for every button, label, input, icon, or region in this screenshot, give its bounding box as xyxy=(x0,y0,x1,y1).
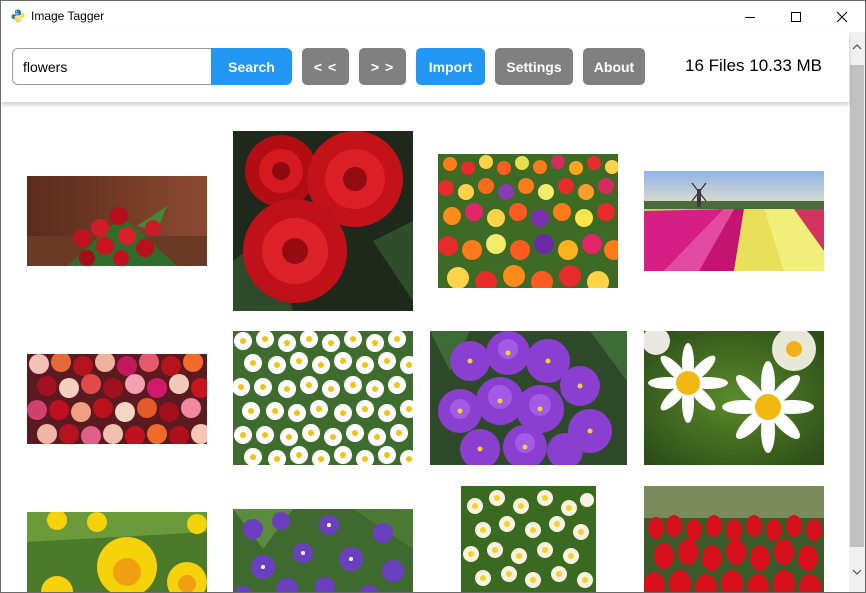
close-button[interactable] xyxy=(819,1,865,32)
image-thumbnail-red-roses-bouquet[interactable] xyxy=(27,176,207,266)
vertical-scrollbar[interactable] xyxy=(849,32,865,592)
maximize-icon xyxy=(791,11,801,22)
title-bar: Image Tagger xyxy=(1,1,865,32)
scroll-up-button[interactable] xyxy=(849,40,865,54)
image-thumbnail-purple-wild-violets[interactable] xyxy=(233,509,413,592)
image-thumbnail-tulip-fields-windmill[interactable] xyxy=(644,171,824,271)
image-thumbnail-tulip-field-mixed[interactable] xyxy=(438,154,618,288)
file-count-size: 16 Files 10.33 MB xyxy=(685,56,823,75)
chevron-down-icon xyxy=(852,569,862,575)
about-button[interactable]: About xyxy=(583,48,645,85)
search-input[interactable] xyxy=(12,48,212,85)
window-title: Image Tagger xyxy=(31,9,105,23)
scroll-thumb[interactable] xyxy=(850,65,864,547)
minimize-icon xyxy=(745,16,755,18)
image-thumbnail-white-daisies[interactable] xyxy=(233,331,413,465)
image-thumbnail-mixed-roses[interactable] xyxy=(27,354,207,444)
scroll-down-button[interactable] xyxy=(849,565,865,579)
previous-page-button[interactable]: < < xyxy=(302,48,349,85)
close-icon xyxy=(836,11,848,22)
image-thumbnail-white-narcissus[interactable] xyxy=(461,486,596,592)
image-thumbnail-red-tulips[interactable] xyxy=(644,486,824,592)
image-gallery xyxy=(1,102,849,592)
minimize-button[interactable] xyxy=(727,1,773,32)
settings-button[interactable]: Settings xyxy=(495,48,573,85)
next-page-button[interactable]: > > xyxy=(359,48,406,85)
image-thumbnail-red-roses-closeup[interactable] xyxy=(233,131,413,311)
maximize-button[interactable] xyxy=(773,1,819,32)
import-button[interactable]: Import xyxy=(416,48,485,85)
image-thumbnail-yellow-daffodils[interactable] xyxy=(27,512,207,592)
python-icon xyxy=(11,9,25,23)
toolbar: Search < < > > Import Settings About 16 … xyxy=(1,32,849,102)
image-thumbnail-daisies-two[interactable] xyxy=(644,331,824,465)
search-button[interactable]: Search xyxy=(211,48,292,85)
chevron-up-icon xyxy=(852,44,862,50)
image-thumbnail-purple-violets[interactable] xyxy=(430,331,627,465)
app-window: Image Tagger Search < < > > Import Setti… xyxy=(0,0,866,593)
